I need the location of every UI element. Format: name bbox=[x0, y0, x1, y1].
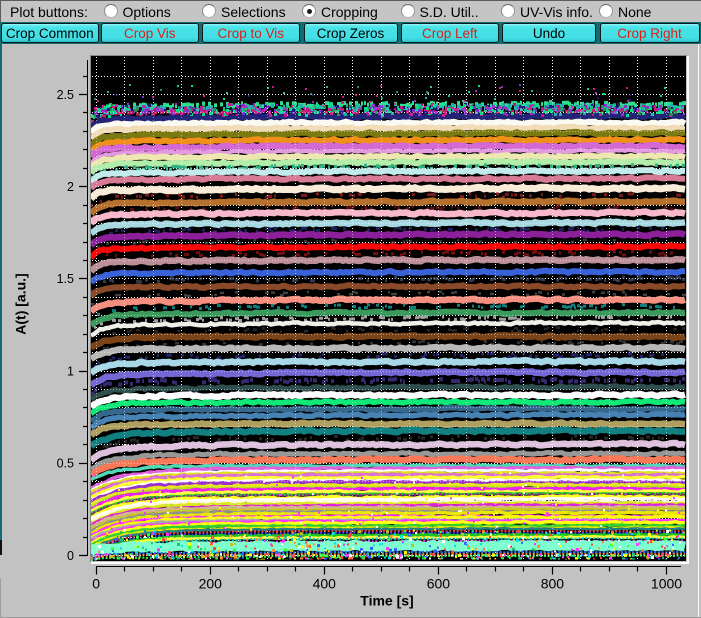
svg-text:0.5: 0.5 bbox=[57, 457, 74, 471]
svg-text:1: 1 bbox=[67, 364, 74, 378]
svg-text:2.5: 2.5 bbox=[57, 88, 74, 102]
svg-text:1.5: 1.5 bbox=[57, 272, 74, 286]
svg-text:2: 2 bbox=[67, 180, 74, 194]
svg-text:A(t) [a.u.]: A(t) [a.u.] bbox=[13, 273, 29, 334]
svg-text:800: 800 bbox=[541, 576, 565, 592]
svg-text:200: 200 bbox=[199, 576, 223, 592]
svg-text:0: 0 bbox=[67, 549, 74, 563]
svg-text:600: 600 bbox=[427, 576, 451, 592]
svg-text:0: 0 bbox=[92, 576, 100, 592]
svg-text:400: 400 bbox=[313, 576, 337, 592]
svg-text:Time [s]: Time [s] bbox=[360, 593, 413, 609]
svg-text:1000: 1000 bbox=[651, 576, 682, 592]
